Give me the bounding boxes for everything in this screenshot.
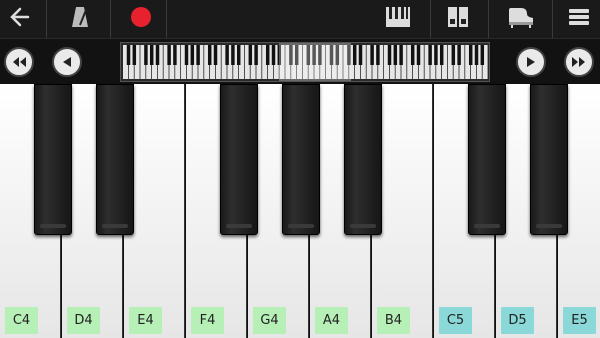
key-label-a4: A4 bbox=[315, 307, 348, 334]
piano-key-d-sharp-5[interactable] bbox=[530, 84, 568, 235]
play-right-icon bbox=[527, 57, 535, 67]
keyboard-layout-button[interactable] bbox=[382, 0, 414, 34]
record-icon bbox=[131, 7, 151, 27]
piano-key-c-sharp-5[interactable] bbox=[468, 84, 506, 235]
piano-key-c-sharp-4[interactable] bbox=[34, 84, 72, 235]
menu-button[interactable] bbox=[564, 0, 594, 34]
instrument-button[interactable] bbox=[505, 0, 537, 34]
grand-piano-icon bbox=[509, 8, 533, 28]
key-label-c4: C4 bbox=[5, 307, 38, 334]
key-label-d4: D4 bbox=[67, 307, 100, 334]
key-label-g4: G4 bbox=[253, 307, 286, 334]
piano-keyboard: C4 D4 E4 F4 G4 A4 B4 C5 D5 E5 bbox=[0, 84, 600, 338]
metronome-icon bbox=[72, 7, 88, 27]
top-toolbar bbox=[0, 0, 600, 38]
back-button[interactable] bbox=[0, 0, 38, 34]
menu-icon bbox=[569, 9, 589, 25]
back-arrow-icon bbox=[10, 7, 30, 27]
scroll-right-button[interactable] bbox=[516, 47, 546, 77]
visible-range-indicator[interactable] bbox=[279, 43, 351, 81]
dual-keyboard-button[interactable] bbox=[444, 0, 472, 34]
double-chevron-left-icon bbox=[13, 57, 26, 67]
record-button[interactable] bbox=[124, 0, 158, 34]
piano-key-f-sharp-4[interactable] bbox=[220, 84, 258, 235]
play-left-icon bbox=[63, 57, 71, 67]
scroll-left-button[interactable] bbox=[52, 47, 82, 77]
keyboard-layout-icon bbox=[386, 7, 410, 27]
key-label-e4: E4 bbox=[129, 307, 162, 334]
dual-keyboard-icon bbox=[448, 7, 468, 27]
scroll-fast-left-button[interactable] bbox=[4, 47, 34, 77]
key-label-e5: E5 bbox=[563, 307, 596, 334]
piano-key-a-sharp-4[interactable] bbox=[344, 84, 382, 235]
metronome-button[interactable] bbox=[64, 0, 96, 34]
key-label-f4: F4 bbox=[191, 307, 224, 334]
keyboard-overview-scroller[interactable] bbox=[120, 42, 490, 82]
double-chevron-right-icon bbox=[572, 57, 585, 67]
key-label-c5: C5 bbox=[439, 307, 472, 334]
piano-key-d-sharp-4[interactable] bbox=[96, 84, 134, 235]
key-label-b4: B4 bbox=[377, 307, 410, 334]
key-label-d5: D5 bbox=[501, 307, 534, 334]
scroll-fast-right-button[interactable] bbox=[564, 47, 594, 77]
piano-key-g-sharp-4[interactable] bbox=[282, 84, 320, 235]
